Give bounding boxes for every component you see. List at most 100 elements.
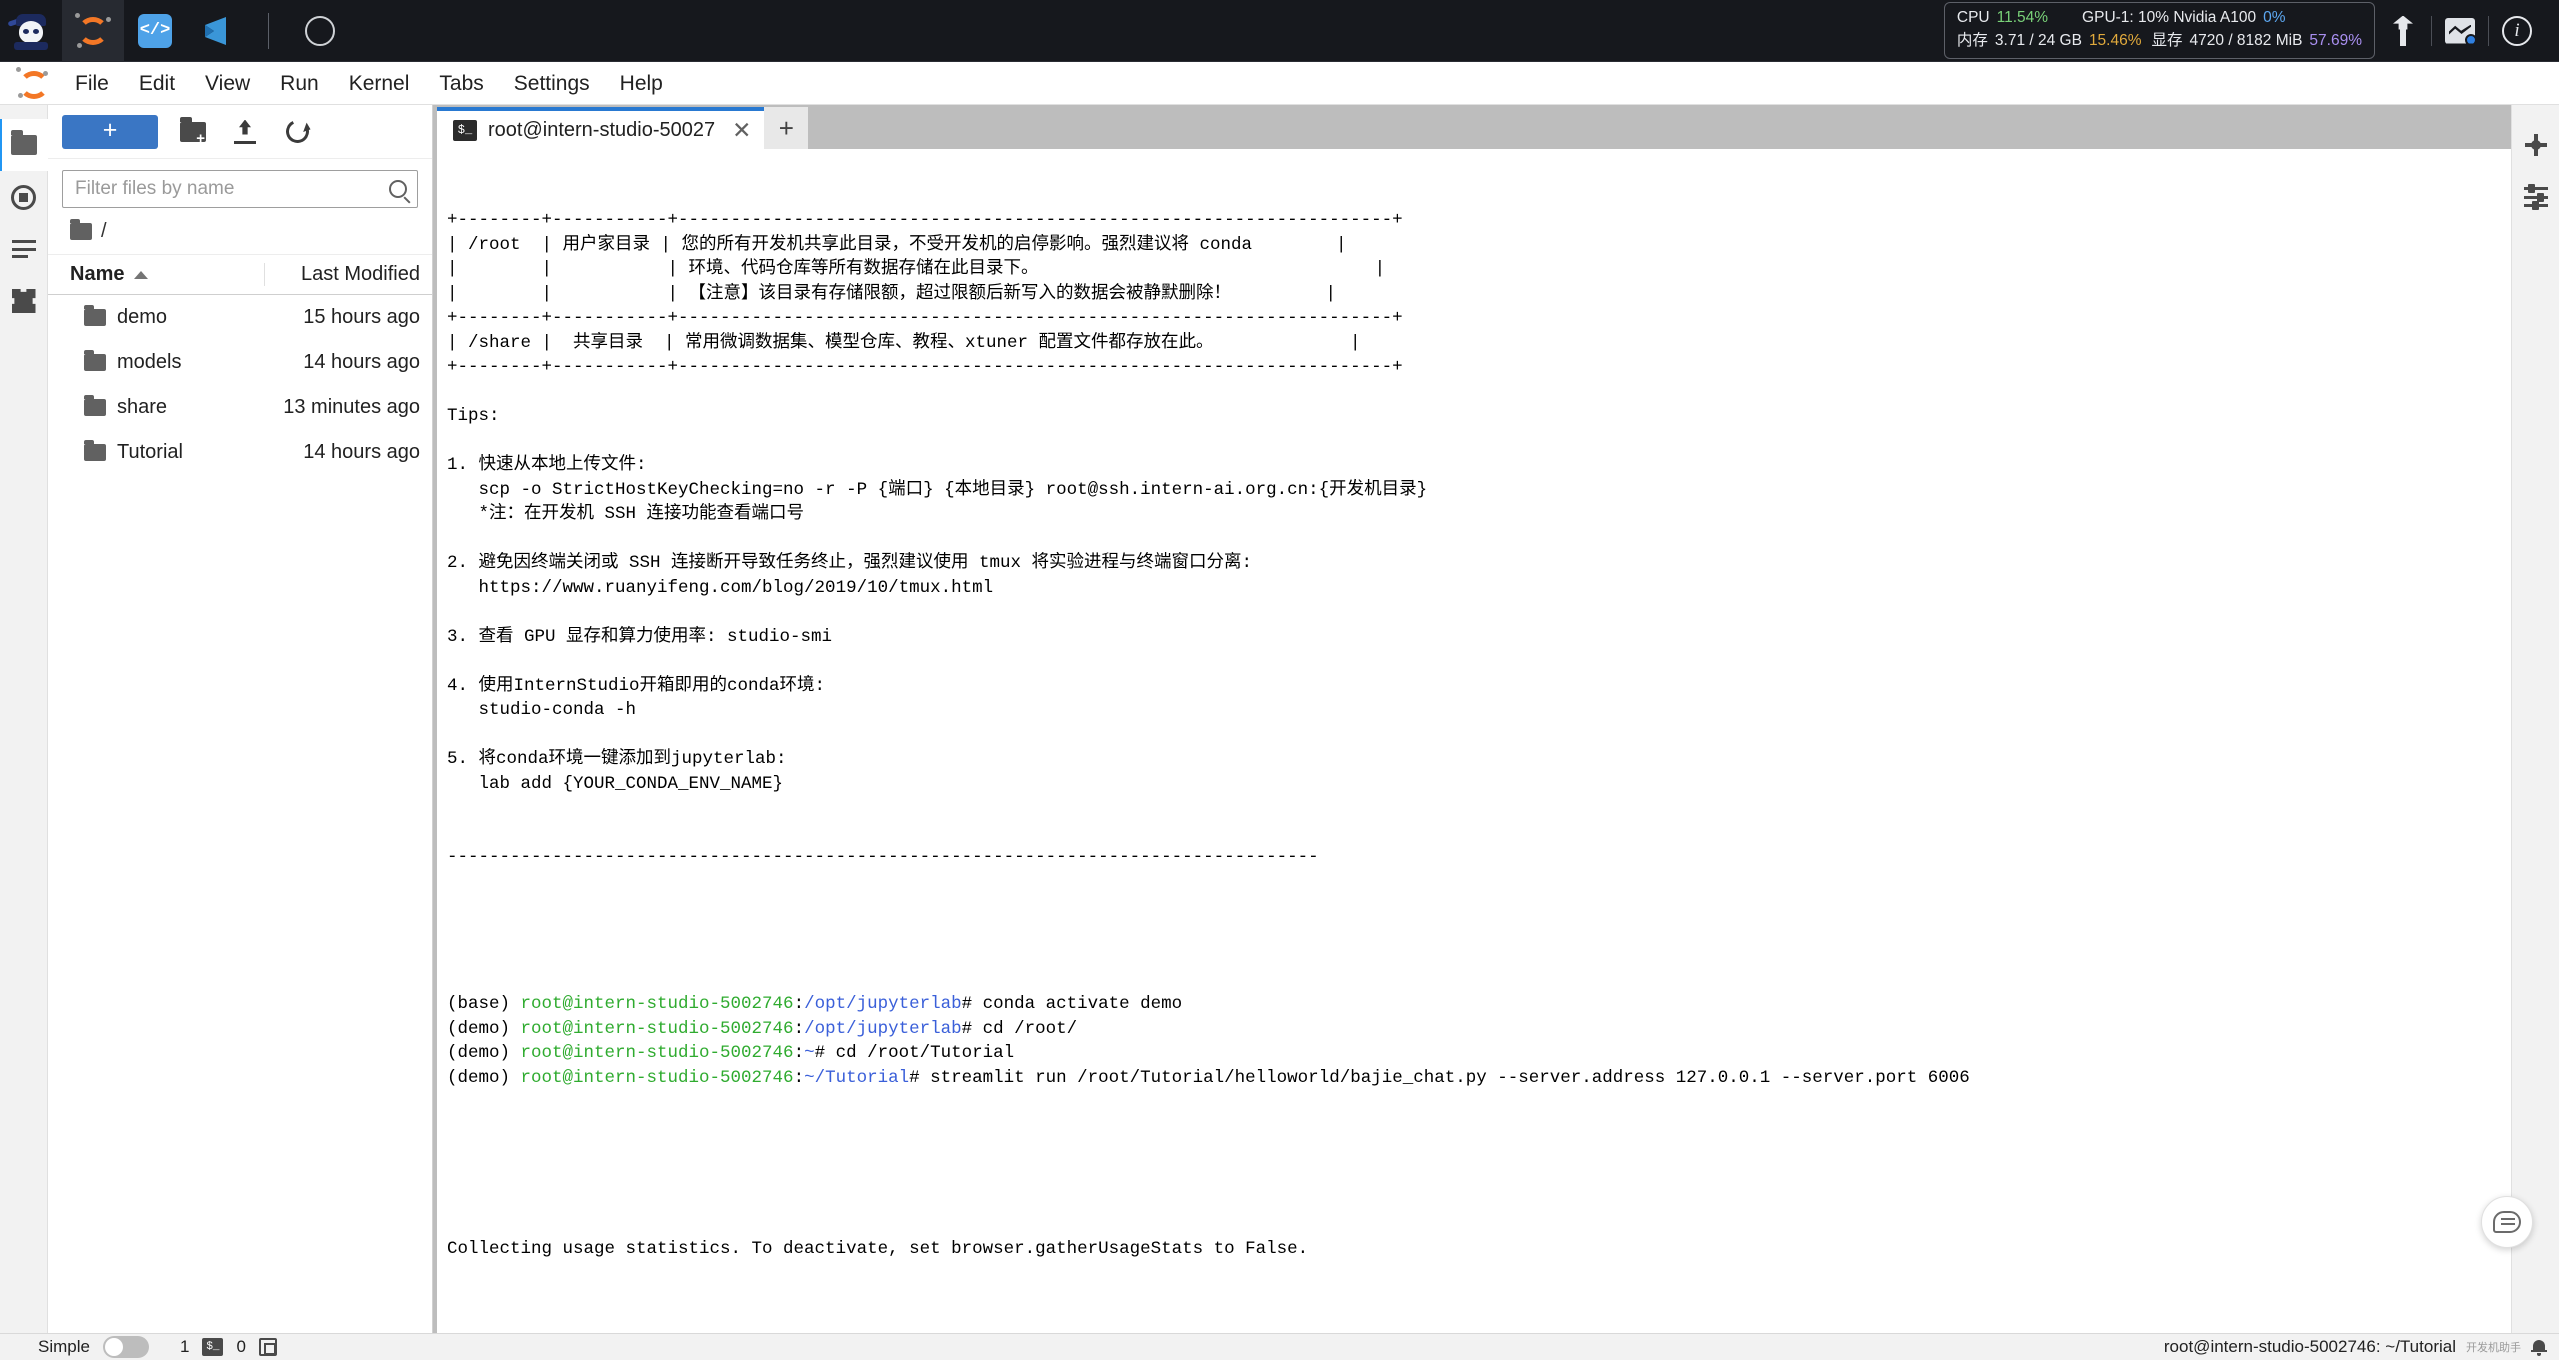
new-folder-button[interactable] [176,115,210,149]
memory-value: 3.71 / 24 GB [1994,32,2082,49]
new-tab-button[interactable]: + [764,107,809,149]
menu-item-help[interactable]: Help [605,69,678,98]
terminal-line: 3. 查看 GPU 显存和算力使用率: studio-smi [447,626,833,647]
info-icon: i [2502,15,2532,46]
terminal-line: +--------+-----------+------------------… [447,357,1403,377]
prompt-colon: : [793,994,805,1014]
status-bar-context: root@intern-studio-5002746: ~/Tutorial [2163,1337,2456,1356]
list-item[interactable]: Tutorial 14 hours ago [48,430,432,475]
list-item[interactable]: demo 15 hours ago [48,295,432,340]
vram-percent: 57.69% [2309,32,2362,49]
folder-icon [84,350,106,371]
menu-item-view[interactable]: View [190,69,265,98]
file-row-name-cell: demo [48,305,264,329]
column-header-name[interactable]: Name [48,263,264,286]
list-item[interactable]: share 13 minutes ago [48,385,432,430]
tab-terminal-label: root@intern-studio-50027 [488,118,716,141]
topbar-divider [268,12,269,49]
breadcrumb[interactable]: / [48,208,432,255]
folder-icon [84,440,106,461]
simple-mode-toggle[interactable] [102,1336,149,1358]
breadcrumb-path: / [101,220,107,242]
sidebar-item-toc[interactable] [0,223,48,275]
tab-bar: $_ root@intern-studio-50027 ✕ + [433,105,2559,149]
gpu-value: 0% [2263,9,2286,27]
top-status-group: CPU 11.54% GPU-1: 10% Nvidia A100 0% 内存 … [1943,0,2559,62]
terminal-icon: $_ [202,1338,224,1356]
vram-label: 显存 [2151,32,2183,49]
terminal-line: | /share | 共享目录 | 常用微调数据集、模型仓库、教程、xtuner… [447,332,1361,353]
gpu-label: GPU-1: 10% Nvidia A100 [2082,9,2257,27]
compass-app-button[interactable] [289,0,351,62]
sidebar-item-running[interactable] [0,171,48,223]
jupyterlab-app-button[interactable] [62,0,124,62]
vscode-app-button[interactable] [186,0,248,62]
terminal-blank [447,1164,2559,1189]
left-sidebar-rail [0,105,48,1333]
running-terminals-icon [11,184,36,210]
metrics-row-2: 内存 3.71 / 24 GB 15.46% 显存 4720 / 8182 Mi… [1957,31,2362,52]
terminal-output[interactable]: +--------+-----------+------------------… [437,149,2559,1333]
column-header-modified[interactable]: Last Modified [264,263,432,286]
prompt-env: (demo) [447,1018,521,1039]
status-bar-helper-label: 开发机助手 [2466,1342,2521,1354]
prompt-path: ~ [804,1043,815,1063]
file-row-modified: 14 hours ago [303,441,420,463]
terminal-line: studio-conda -h [447,700,637,720]
table-of-contents-icon [11,240,36,258]
menu-item-run[interactable]: Run [265,69,334,98]
menu-item-settings[interactable]: Settings [499,69,605,98]
prompt-command: streamlit run /root/Tutorial/helloworld/… [930,1067,1970,1088]
search-input[interactable] [73,177,389,201]
upload-arrow-button[interactable] [2375,0,2431,62]
sidebar-item-file-browser[interactable] [0,119,48,171]
tab-terminal[interactable]: $_ root@intern-studio-50027 ✕ [437,107,765,149]
upload-files-button[interactable] [228,115,262,149]
internstudio-logo-button[interactable] [0,0,62,62]
terminal-line: +--------+-----------+------------------… [447,308,1403,328]
menu-item-kernel[interactable]: Kernel [334,69,425,98]
screenshot-button[interactable] [2432,0,2488,62]
terminal-line: 1. 快速从本地上传文件: [447,455,647,475]
file-filter-box[interactable] [62,170,418,208]
new-launcher-button[interactable]: + [62,114,158,149]
terminal-prompt-line: (demo) root@intern-studio-5002746:/opt/j… [447,1017,2559,1042]
file-browser-panel: + / Name Last Modified demo 15 hours ago [48,105,433,1333]
status-bar: Simple 1 $_ 0 root@intern-studio-5002746… [0,1333,2559,1360]
terminal-line: ----------------------------------------… [447,847,1319,867]
prompt-symbol: # [909,1067,931,1088]
list-item[interactable]: models 14 hours ago [48,340,432,385]
code-server-app-button[interactable]: </> [124,0,186,62]
info-button[interactable]: i [2489,0,2545,62]
prompt-command: conda activate demo [982,994,1183,1014]
file-row-name: models [117,351,182,373]
prompt-env: (base) [447,994,521,1014]
sidebar-item-extensions[interactable] [0,275,48,327]
file-list-header: Name Last Modified [48,255,432,295]
file-row-modified: 13 minutes ago [283,396,420,418]
close-icon[interactable]: ✕ [732,118,751,142]
menu-item-edit[interactable]: Edit [124,69,190,98]
folder-icon [84,305,106,326]
notification-bell-icon[interactable] [2531,1339,2547,1356]
terminal-line: | /root | 用户家目录 | 您的所有开发机共享此目录，不受开发机的启停影… [447,234,1347,255]
terminal-prompt-line: (base) root@intern-studio-5002746:/opt/j… [447,992,2559,1017]
sidebar-item-settings[interactable] [2512,171,2559,223]
right-sidebar-rail [2511,105,2559,1333]
refresh-button[interactable] [280,115,314,149]
upload-arrow-icon [2392,15,2414,46]
terminal-banner: +--------+-----------+------------------… [447,208,2559,894]
assistant-chat-button[interactable] [2481,1196,2533,1248]
folder-icon [84,395,106,416]
sidebar-item-property-inspector[interactable] [2512,119,2559,171]
file-row-name: demo [117,306,168,328]
extensions-icon [11,289,36,313]
vram-value: 4720 / 8182 MiB [2189,32,2303,49]
menu-item-file[interactable]: File [60,69,124,98]
menu-item-tabs[interactable]: Tabs [424,69,498,98]
